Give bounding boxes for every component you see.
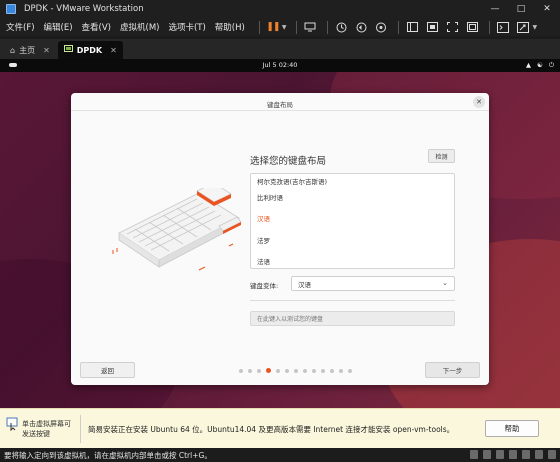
close-tab-icon[interactable]: ✕ bbox=[43, 46, 50, 55]
variant-dropdown[interactable]: 汉语 ⌄ bbox=[291, 276, 455, 291]
thumbnail-icon[interactable] bbox=[424, 20, 440, 34]
detect-button[interactable]: 检测 bbox=[428, 149, 455, 163]
window-title: DPDK - VMware Workstation bbox=[24, 4, 144, 14]
progress-dot bbox=[312, 368, 316, 373]
progress-dot bbox=[294, 368, 298, 373]
chevron-down-icon: ⌄ bbox=[442, 279, 448, 287]
progress-dot bbox=[248, 368, 252, 373]
minimize-icon[interactable]: — bbox=[482, 0, 508, 18]
sound-icon[interactable] bbox=[522, 450, 530, 459]
toolbar-separator bbox=[398, 20, 400, 34]
infobar-separator bbox=[80, 415, 81, 443]
progress-dot bbox=[339, 368, 343, 373]
clock[interactable]: Jul 5 02:40 bbox=[0, 61, 560, 69]
toolbar-separator bbox=[258, 20, 260, 34]
menu-tabs[interactable]: 选项卡(T) bbox=[168, 21, 205, 33]
unity-icon[interactable] bbox=[464, 20, 480, 34]
dialog-heading: 选择您的键盘布局 bbox=[250, 156, 327, 167]
status-text: 要将输入定向到该虚拟机，请在虚拟机内部单击或按 Ctrl+G。 bbox=[4, 451, 212, 460]
stretch-dropdown-icon[interactable]: ▼ bbox=[532, 24, 537, 31]
vm-screen[interactable]: Jul 5 02:40 ▲ ☯ ⏻ 键盘布局 ✕ 选择您的键盘布局 检测 柯尔克… bbox=[0, 59, 560, 408]
tab-bar: ⌂ 主页 ✕ DPDK ✕ bbox=[0, 39, 560, 59]
tab-home[interactable]: ⌂ 主页 ✕ bbox=[4, 41, 56, 59]
progress-dot bbox=[239, 368, 243, 373]
library-icon[interactable] bbox=[404, 20, 420, 34]
help-button[interactable]: 帮助 bbox=[485, 420, 539, 437]
device-icons bbox=[470, 450, 556, 459]
progress-dot-current bbox=[266, 368, 271, 373]
maximize-icon[interactable]: □ bbox=[508, 0, 534, 18]
home-icon: ⌂ bbox=[10, 45, 16, 55]
progress-dots bbox=[239, 368, 352, 373]
list-item-selected[interactable]: 汉语 bbox=[251, 208, 454, 230]
progress-dot bbox=[285, 368, 289, 373]
system-status-area[interactable]: ▲ ☯ ⏻ bbox=[526, 61, 554, 70]
menu-edit[interactable]: 编辑(E) bbox=[44, 21, 73, 33]
divider bbox=[250, 300, 455, 301]
status-bar: 要将输入定向到该虚拟机，请在虚拟机内部单击或按 Ctrl+G。 bbox=[0, 448, 560, 462]
infobar-message: 简易安装正在安装 Ubuntu 64 位。Ubuntu14.04 及更高版本需要… bbox=[88, 425, 455, 434]
send-ctrl-alt-del-icon[interactable] bbox=[302, 20, 318, 34]
keyboard-illustration-icon bbox=[112, 188, 242, 271]
revert-snapshot-icon[interactable] bbox=[353, 20, 369, 34]
menu-help[interactable]: 帮助(H) bbox=[215, 21, 245, 33]
list-item[interactable]: 柯尔克孜语(吉尔吉斯语) bbox=[251, 176, 454, 186]
tab-home-label: 主页 bbox=[19, 45, 36, 55]
display-icon[interactable] bbox=[548, 450, 556, 459]
toolbar-separator bbox=[296, 20, 298, 34]
toolbar-separator bbox=[489, 20, 491, 34]
next-button[interactable]: 下一步 bbox=[425, 362, 480, 378]
close-tab-icon[interactable]: ✕ bbox=[110, 46, 117, 55]
hard-disk-icon[interactable] bbox=[470, 450, 478, 459]
dialog-divider bbox=[71, 110, 489, 111]
vmware-logo-icon bbox=[6, 4, 16, 14]
list-item[interactable]: 法语 bbox=[251, 251, 454, 269]
full-screen-icon[interactable] bbox=[444, 20, 460, 34]
back-button[interactable]: 返回 bbox=[80, 362, 135, 378]
title-bar: DPDK - VMware Workstation — □ ✕ bbox=[0, 0, 560, 18]
tab-dpdk[interactable]: DPDK ✕ bbox=[57, 41, 123, 59]
snapshot-manager-icon[interactable] bbox=[373, 20, 389, 34]
list-item[interactable]: 比利时语 bbox=[251, 186, 454, 208]
menu-bar: 文件(F) 编辑(E) 查看(V) 虚拟机(M) 选项卡(T) 帮助(H) ❚❚… bbox=[0, 18, 560, 36]
layout-list[interactable]: 柯尔克孜语(吉尔吉斯语) 比利时语 汉语 法罗 法语 bbox=[250, 173, 455, 269]
progress-dot bbox=[257, 368, 261, 373]
click-hint-icon bbox=[6, 417, 18, 431]
network-icon: ▲ bbox=[526, 61, 532, 69]
dialog-title: 键盘布局 bbox=[267, 101, 293, 109]
click-hint-text: 单击虚拟屏幕可发送按键 bbox=[22, 420, 71, 438]
close-icon[interactable]: ✕ bbox=[534, 0, 560, 18]
power-icon: ⏻ bbox=[548, 61, 554, 69]
progress-dot bbox=[276, 368, 280, 373]
vm-icon bbox=[63, 45, 73, 55]
printer-icon[interactable] bbox=[535, 450, 543, 459]
accessibility-icon: ☯ bbox=[537, 61, 543, 69]
pause-icon[interactable]: ❚❚ bbox=[265, 20, 281, 34]
menu-view[interactable]: 查看(V) bbox=[82, 21, 111, 33]
toolbar-separator bbox=[327, 20, 329, 34]
progress-dot bbox=[348, 368, 352, 373]
tab-dpdk-label: DPDK bbox=[76, 45, 103, 55]
network-adapter-icon[interactable] bbox=[496, 450, 504, 459]
snapshot-icon[interactable] bbox=[333, 20, 349, 34]
menu-file[interactable]: 文件(F) bbox=[6, 21, 35, 33]
keyboard-layout-dialog: 键盘布局 ✕ 选择您的键盘布局 检测 柯尔克孜语(吉尔吉斯语) 比利时语 汉语 … bbox=[71, 93, 489, 385]
gnome-top-bar: Jul 5 02:40 ▲ ☯ ⏻ bbox=[0, 59, 560, 72]
stretch-icon[interactable] bbox=[515, 20, 531, 34]
list-item[interactable]: 法罗 bbox=[251, 229, 454, 251]
easy-install-infobar: 单击虚拟屏幕可发送按键 简易安装正在安装 Ubuntu 64 位。Ubuntu1… bbox=[0, 408, 560, 448]
cd-drive-icon[interactable] bbox=[483, 450, 491, 459]
pause-dropdown-icon[interactable]: ▼ bbox=[282, 24, 287, 31]
variant-value: 汉语 bbox=[298, 280, 311, 289]
console-icon[interactable] bbox=[495, 20, 511, 34]
progress-dot bbox=[330, 368, 334, 373]
test-keyboard-input[interactable]: 在此键入以测试您的键盘 bbox=[250, 311, 455, 326]
close-icon[interactable]: ✕ bbox=[473, 96, 485, 108]
progress-dot bbox=[303, 368, 307, 373]
usb-icon[interactable] bbox=[509, 450, 517, 459]
menu-vm[interactable]: 虚拟机(M) bbox=[120, 21, 159, 33]
variant-label: 键盘变体: bbox=[250, 282, 279, 290]
test-keyboard-placeholder: 在此键入以测试您的键盘 bbox=[257, 316, 324, 323]
progress-dot bbox=[321, 368, 325, 373]
